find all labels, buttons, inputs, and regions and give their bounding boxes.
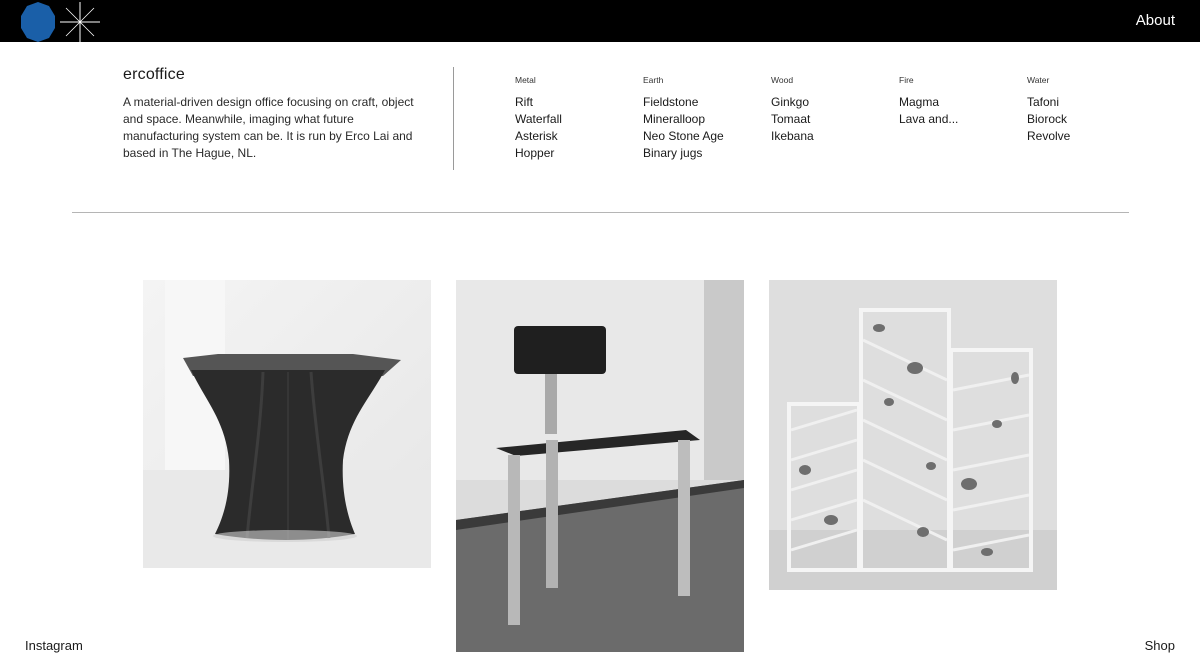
chair-image	[456, 280, 744, 652]
site-description: A material-driven design office focusing…	[123, 95, 414, 160]
horizontal-divider	[72, 212, 1129, 213]
category-metal: Metal Rift Waterfall Asterisk Hopper	[515, 75, 635, 162]
category-earth: Earth Fieldstone Mineralloop Neo Stone A…	[643, 75, 763, 162]
project-link[interactable]: Waterfall	[515, 111, 635, 128]
screen-image	[769, 280, 1057, 590]
category-fire: Fire Magma Lava and...	[899, 75, 1019, 128]
vertical-divider	[453, 67, 454, 170]
project-link[interactable]: Revolve	[1027, 128, 1147, 145]
project-link[interactable]: Biorock	[1027, 111, 1147, 128]
project-link[interactable]: Binary jugs	[643, 145, 763, 162]
project-card-screen[interactable]	[769, 280, 1057, 590]
project-link[interactable]: Ikebana	[771, 128, 891, 145]
category-water: Water Tafoni Biorock Revolve	[1027, 75, 1147, 145]
project-link[interactable]: Neo Stone Age	[643, 128, 763, 145]
instagram-link[interactable]: Instagram	[25, 638, 83, 653]
category-wood: Wood Ginkgo Tomaat Ikebana	[771, 75, 891, 145]
project-link[interactable]: Magma	[899, 94, 1019, 111]
project-card-chair[interactable]	[456, 280, 744, 652]
category-heading: Earth	[643, 75, 664, 85]
shop-link[interactable]: Shop	[1145, 638, 1175, 653]
top-bar: About	[0, 0, 1200, 42]
category-heading: Water	[1027, 75, 1050, 85]
project-link[interactable]: Tafoni	[1027, 94, 1147, 111]
table-image	[143, 280, 431, 568]
project-link[interactable]: Lava and...	[899, 111, 1019, 128]
project-link[interactable]: Mineralloop	[643, 111, 763, 128]
intro-section: ercoffice A material-driven design offic…	[123, 66, 423, 162]
category-heading: Metal	[515, 75, 536, 85]
site-title: ercoffice	[123, 66, 185, 83]
project-link[interactable]: Hopper	[515, 145, 635, 162]
category-heading: Wood	[771, 75, 794, 85]
category-heading: Fire	[899, 75, 914, 85]
project-link[interactable]: Asterisk	[515, 128, 635, 145]
logo-icon[interactable]	[18, 2, 100, 42]
project-link[interactable]: Fieldstone	[643, 94, 763, 111]
about-link[interactable]: About	[1136, 12, 1175, 29]
project-card-table[interactable]	[143, 280, 431, 568]
project-link[interactable]: Rift	[515, 94, 635, 111]
project-link[interactable]: Ginkgo	[771, 94, 891, 111]
project-link[interactable]: Tomaat	[771, 111, 891, 128]
